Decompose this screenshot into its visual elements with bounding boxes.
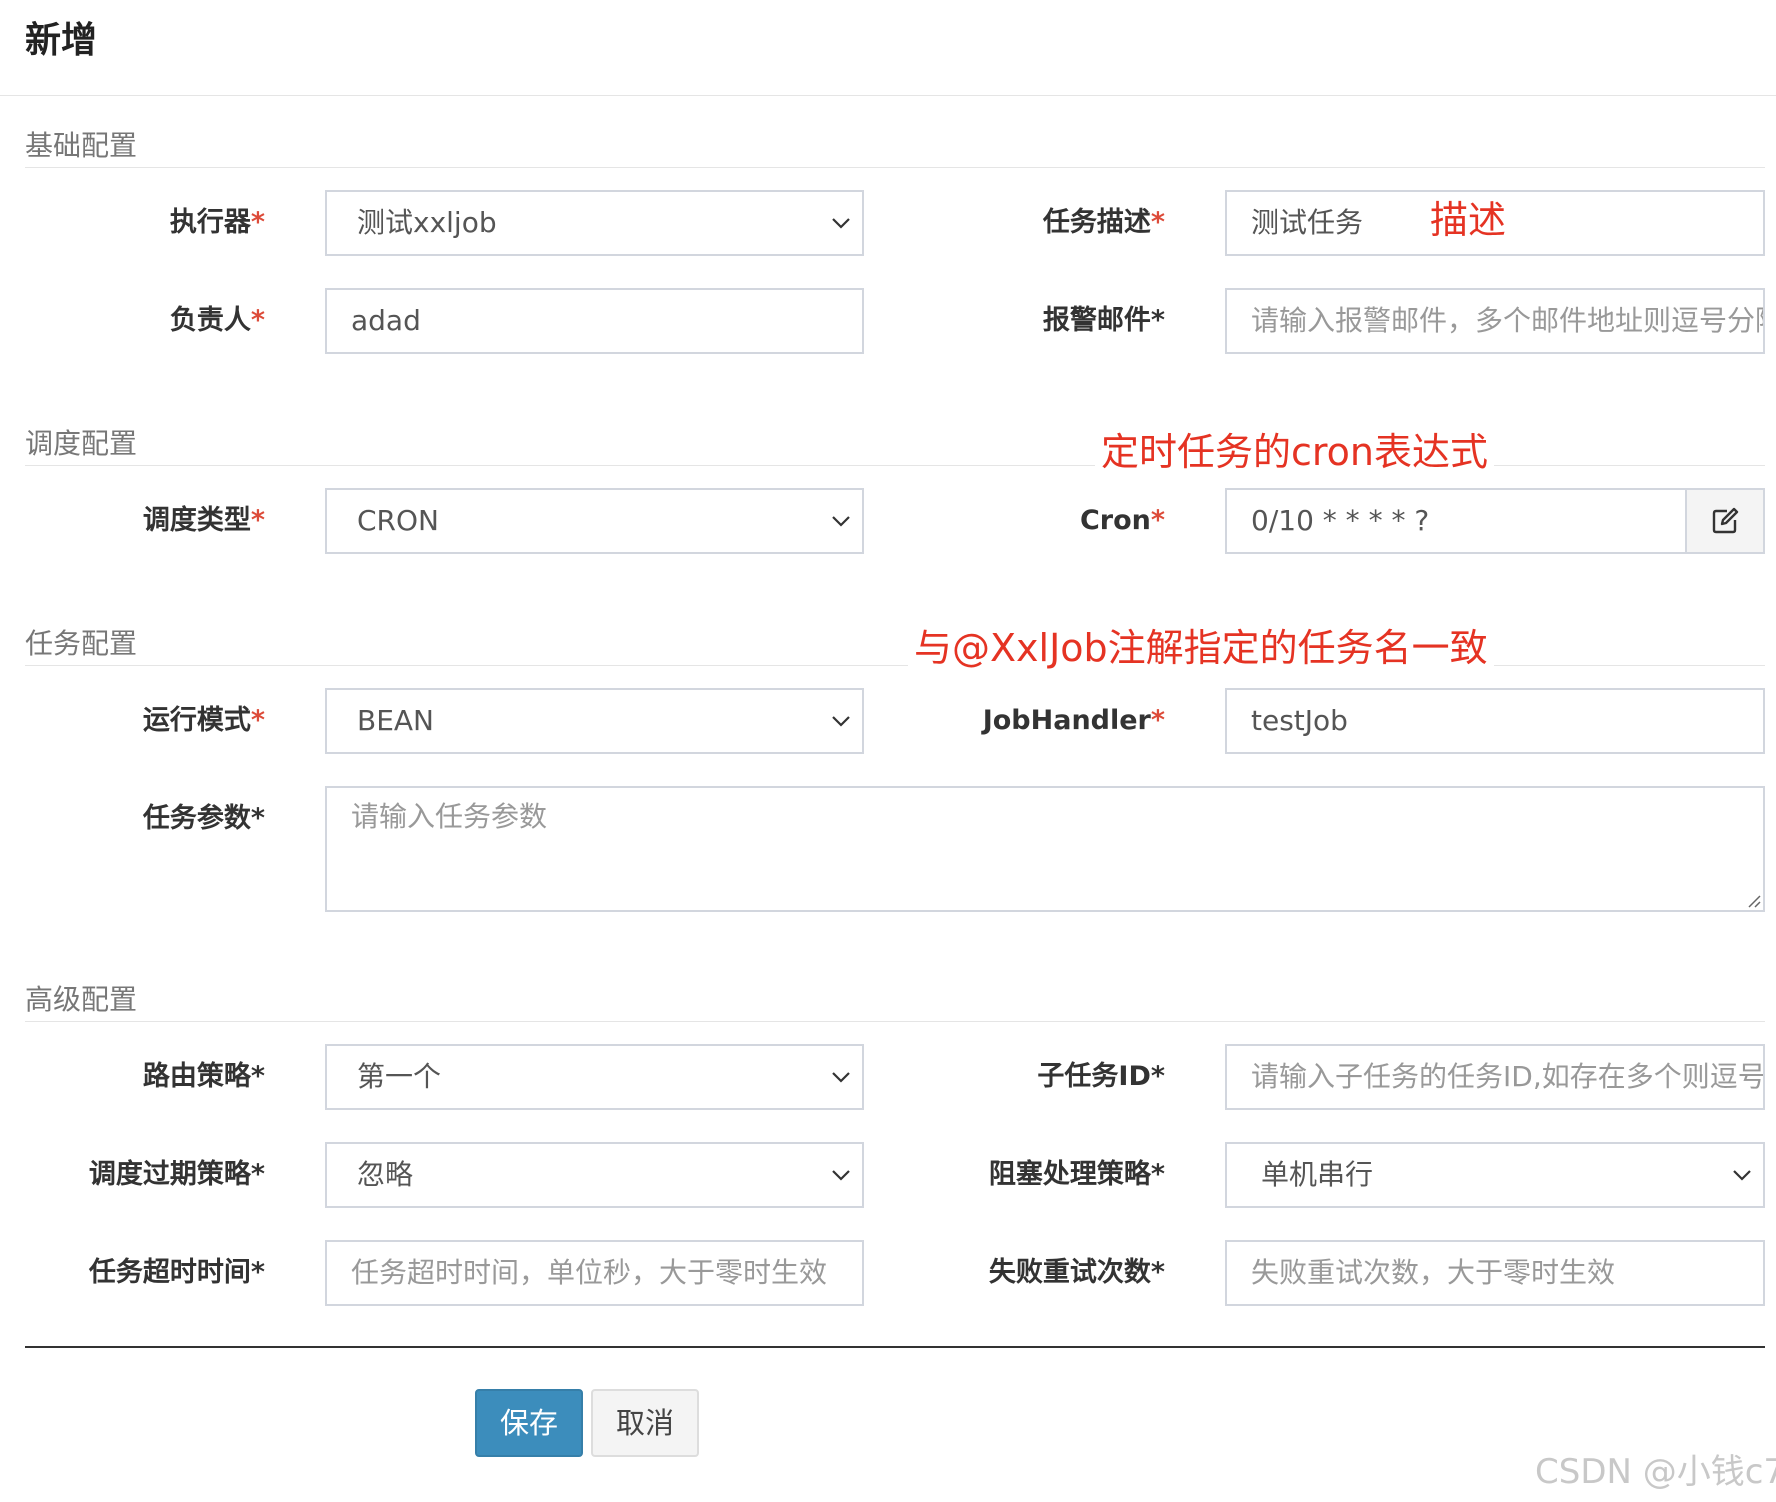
- glue-type-value: BEAN: [357, 704, 434, 737]
- chevron-down-icon: [832, 516, 850, 527]
- cron-edit-button[interactable]: [1685, 488, 1765, 554]
- watermark: CSDN @小钱c7: [1535, 1452, 1776, 1492]
- job-handler-label: JobHandler*: [982, 705, 1165, 736]
- chevron-down-icon: [1733, 1170, 1751, 1181]
- route-strategy-select[interactable]: 第一个: [325, 1044, 864, 1110]
- route-strategy-label: 路由策略*: [142, 1061, 265, 1092]
- header-divider: [0, 95, 1776, 96]
- block-strategy-label: 阻塞处理策略*: [988, 1159, 1165, 1190]
- fail-retry-input[interactable]: 失败重试次数，大于零时生效: [1225, 1240, 1765, 1306]
- job-desc-value: 测试任务: [1251, 206, 1364, 239]
- section-title-basic: 基础配置: [25, 129, 138, 162]
- job-desc-label: 任务描述*: [1042, 207, 1165, 238]
- executor-label: 执行器*: [169, 207, 265, 238]
- section-title-schedule: 调度配置: [25, 427, 138, 460]
- executor-select[interactable]: 测试xxljob: [325, 190, 864, 256]
- chevron-down-icon: [832, 218, 850, 229]
- author-input[interactable]: adad: [325, 288, 864, 354]
- section-divider-schedule: [25, 465, 1765, 466]
- chevron-down-icon: [832, 716, 850, 727]
- glue-type-label: 运行模式*: [142, 705, 265, 736]
- save-button[interactable]: 保存: [475, 1389, 583, 1457]
- block-strategy-value: 单机串行: [1261, 1158, 1374, 1191]
- section-title-advanced: 高级配置: [25, 983, 138, 1016]
- route-strategy-value: 第一个: [357, 1060, 442, 1093]
- cancel-button[interactable]: 取消: [591, 1389, 699, 1457]
- child-job-id-label: 子任务ID*: [1037, 1061, 1165, 1092]
- child-job-id-input[interactable]: 请输入子任务的任务ID,如存在多个则逗号分隔: [1225, 1044, 1765, 1110]
- alarm-email-placeholder: 请输入报警邮件，多个邮件地址则逗号分隔: [1251, 304, 1765, 337]
- author-label: 负责人*: [169, 305, 265, 336]
- annotation-handler: 与@XxlJob注解指定的任务名一致: [908, 624, 1494, 672]
- cron-input[interactable]: 0/10 * * * * ?: [1225, 488, 1687, 554]
- job-param-textarea[interactable]: 请输入任务参数: [325, 786, 1765, 912]
- executor-value: 测试xxljob: [357, 206, 497, 239]
- job-handler-value: testJob: [1251, 704, 1348, 737]
- fail-retry-placeholder: 失败重试次数，大于零时生效: [1251, 1256, 1616, 1289]
- schedule-type-label: 调度类型*: [142, 505, 265, 536]
- annotation-desc: 描述: [1430, 196, 1507, 244]
- footer-divider: [25, 1346, 1765, 1348]
- job-param-placeholder: 请输入任务参数: [351, 800, 548, 833]
- modal-title: 新增: [25, 20, 98, 61]
- timeout-placeholder: 任务超时时间，单位秒，大于零时生效: [351, 1256, 828, 1289]
- misfire-strategy-select[interactable]: 忽略: [325, 1142, 864, 1208]
- resize-grip-icon[interactable]: [1745, 892, 1761, 908]
- chevron-down-icon: [832, 1072, 850, 1083]
- alarm-email-input[interactable]: 请输入报警邮件，多个邮件地址则逗号分隔: [1225, 288, 1765, 354]
- job-param-label: 任务参数*: [142, 803, 265, 834]
- cron-label: Cron*: [1079, 505, 1165, 536]
- author-value: adad: [351, 304, 421, 337]
- section-divider-advanced: [25, 1021, 1765, 1022]
- alarm-email-label: 报警邮件*: [1042, 305, 1165, 336]
- section-title-task: 任务配置: [25, 627, 138, 660]
- timeout-label: 任务超时时间*: [88, 1257, 265, 1288]
- block-strategy-select[interactable]: 单机串行: [1225, 1142, 1765, 1208]
- child-job-id-placeholder: 请输入子任务的任务ID,如存在多个则逗号分隔: [1251, 1060, 1765, 1093]
- glue-type-select[interactable]: BEAN: [325, 688, 864, 754]
- timeout-input[interactable]: 任务超时时间，单位秒，大于零时生效: [325, 1240, 864, 1306]
- misfire-strategy-value: 忽略: [357, 1158, 414, 1191]
- chevron-down-icon: [832, 1170, 850, 1181]
- section-divider-task: [25, 665, 1765, 666]
- schedule-type-value: CRON: [357, 504, 439, 537]
- fail-retry-label: 失败重试次数*: [988, 1257, 1165, 1288]
- cron-value: 0/10 * * * * ?: [1251, 504, 1430, 537]
- schedule-type-select[interactable]: CRON: [325, 488, 864, 554]
- section-divider-basic: [25, 167, 1765, 168]
- edit-icon: [1712, 507, 1739, 534]
- misfire-strategy-label: 调度过期策略*: [88, 1159, 265, 1190]
- annotation-cron: 定时任务的cron表达式: [1095, 428, 1495, 476]
- job-handler-input[interactable]: testJob: [1225, 688, 1765, 754]
